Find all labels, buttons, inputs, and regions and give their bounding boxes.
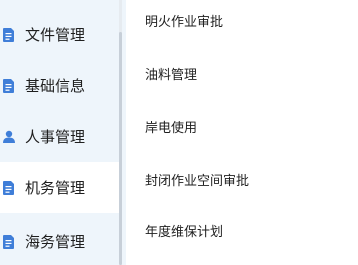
sidebar-item-label: 人事管理 xyxy=(25,128,86,146)
submenu-item-annual-maintenance-plan[interactable]: 年度维保计划 xyxy=(145,221,223,240)
sidebar-item-label: 文件管理 xyxy=(25,26,86,44)
sidebar-item-label: 机务管理 xyxy=(25,179,86,197)
document-icon xyxy=(3,234,14,249)
submenu-item-fuel-management[interactable]: 油料管理 xyxy=(145,64,197,83)
sidebar-item-marine-management[interactable]: 海务管理 xyxy=(0,216,119,265)
sidebar-item-label: 基础信息 xyxy=(25,77,86,95)
sidebar-item-file-management[interactable]: 文件管理 xyxy=(0,9,119,60)
person-icon xyxy=(3,130,15,143)
document-icon xyxy=(3,27,14,42)
submenu-item-shore-power[interactable]: 岸电使用 xyxy=(145,117,197,136)
submenu-item-confined-space-approval[interactable]: 封闭作业空间审批 xyxy=(145,170,249,189)
sidebar-scrollbar[interactable] xyxy=(119,0,122,265)
scrollbar-thumb[interactable] xyxy=(119,32,122,265)
sidebar-item-basic-info[interactable]: 基础信息 xyxy=(0,60,119,111)
sidebar: 文件管理 基础信息 人事管理 机务管理 海务管理 xyxy=(0,0,126,265)
sidebar-item-label: 海务管理 xyxy=(25,233,86,251)
sidebar-item-hr-management[interactable]: 人事管理 xyxy=(0,111,119,162)
document-icon xyxy=(3,78,14,93)
sidebar-item-engineering-management[interactable]: 机务管理 xyxy=(0,162,119,213)
submenu-item-hot-work-approval[interactable]: 明火作业审批 xyxy=(145,11,223,30)
document-icon xyxy=(3,180,14,195)
menu-screen: 文件管理 基础信息 人事管理 机务管理 海务管理 明火作业审批 油料管理 岸电使… xyxy=(0,0,358,265)
